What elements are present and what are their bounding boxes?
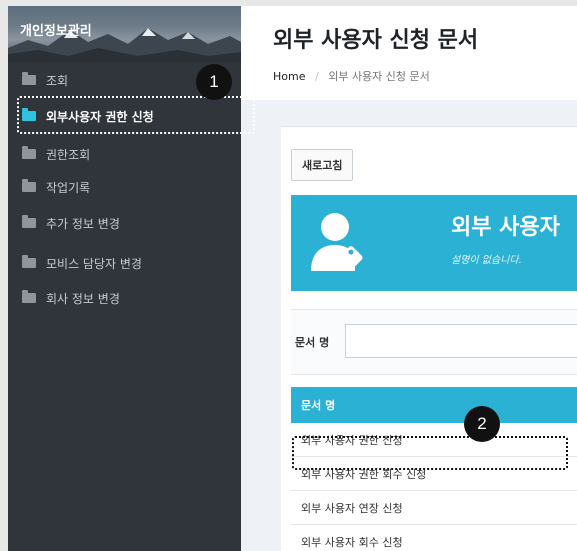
app-window: 개인정보관리 조회 외부사용자 권한 신청 권한조회 작업기록 추가 정보 변경…: [8, 6, 577, 551]
folder-icon: [22, 255, 36, 268]
sidebar-title: 개인정보관리: [20, 24, 92, 39]
folder-icon: [22, 179, 36, 192]
sidebar-item-label: 조회: [46, 73, 69, 88]
breadcrumb-current: 외부 사용자 신청 문서: [328, 70, 430, 83]
sidebar-item-company-info[interactable]: 회사 정보 변경: [8, 284, 241, 312]
sidebar-item-additional-info[interactable]: 추가 정보 변경: [8, 209, 241, 237]
sidebar-item-label: 작업기록: [46, 180, 91, 195]
highlight-box-table-row: [292, 436, 568, 470]
breadcrumb-separator: /: [314, 70, 319, 83]
breadcrumb-home-link[interactable]: Home: [273, 70, 305, 83]
banner-title: 외부 사용자: [451, 215, 560, 240]
sidebar-item-permission-lookup[interactable]: 권한조회: [8, 140, 241, 168]
sidebar-item-label: 회사 정보 변경: [46, 291, 120, 306]
content-card: 새로고침 외부 사용자 설명이 없습니다. 문서 명 문서 명 외부 사용자 권…: [281, 126, 577, 551]
page-header: 외부 사용자 신청 문서 Home / 외부 사용자 신청 문서: [241, 6, 577, 100]
document-name-filter-input[interactable]: [345, 324, 577, 358]
sidebar-item-label: 추가 정보 변경: [46, 216, 120, 231]
table-header-document-name[interactable]: 문서 명: [291, 387, 577, 423]
banner-subtitle: 설명이 없습니다.: [451, 255, 522, 266]
info-banner: 외부 사용자 설명이 없습니다.: [291, 195, 577, 291]
highlight-box-sidebar: [17, 96, 255, 134]
table-row[interactable]: 외부 사용자 연장 신청: [291, 491, 577, 525]
folder-icon: [22, 146, 36, 159]
table-row[interactable]: 외부 사용자 회수 신청: [291, 525, 577, 551]
page-title: 외부 사용자 신청 문서: [273, 28, 479, 53]
callout-badge-1: 1: [196, 64, 232, 100]
sidebar-header: 개인정보관리: [8, 6, 241, 62]
user-tag-icon: [311, 213, 363, 271]
sidebar-item-label: 모비스 담당자 변경: [46, 256, 142, 271]
refresh-button[interactable]: 새로고침: [291, 149, 354, 181]
sidebar-item-work-log[interactable]: 작업기록: [8, 173, 241, 201]
folder-icon: [22, 72, 36, 85]
filter-area: 문서 명: [291, 309, 577, 375]
callout-badge-2: 2: [464, 406, 500, 442]
document-name-filter-label: 문서 명: [295, 336, 330, 349]
folder-icon: [22, 215, 36, 228]
sidebar-item-manager-change[interactable]: 모비스 담당자 변경: [8, 249, 241, 277]
sidebar-item-label: 권한조회: [46, 147, 91, 162]
folder-icon: [22, 290, 36, 303]
breadcrumb: Home / 외부 사용자 신청 문서: [273, 68, 430, 84]
